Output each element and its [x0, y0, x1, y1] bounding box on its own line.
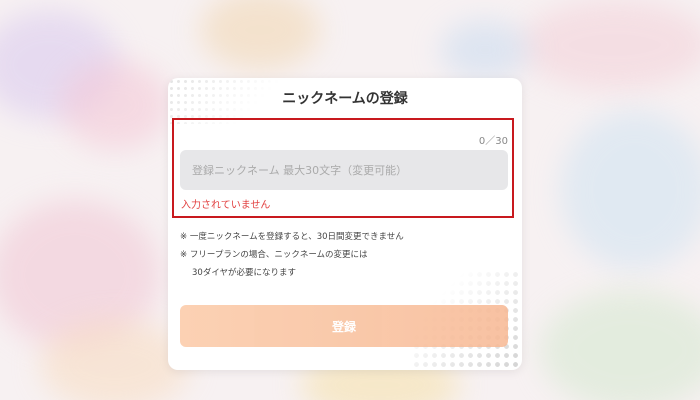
note-line: ※ 一度ニックネームを登録すると、30日間変更できません — [180, 232, 404, 242]
nickname-registration-dialog: ニックネームの登録 0／30 入力されていません ※ 一度ニックネームを登録する… — [168, 78, 522, 370]
register-button[interactable]: 登録 — [180, 305, 508, 347]
note-line: 30ダイヤが必要になります — [192, 268, 297, 278]
note-line: ※ フリープランの場合、ニックネームの変更には — [180, 250, 368, 260]
background-decoration — [60, 60, 170, 150]
background-decoration — [440, 20, 530, 80]
dialog-title: ニックネームの登録 — [282, 91, 408, 107]
background-decoration — [560, 110, 700, 270]
background-decoration — [540, 290, 700, 400]
background-decoration — [520, 0, 700, 90]
character-counter: 0／30 — [478, 136, 508, 147]
background-decoration — [200, 0, 320, 70]
error-message: 入力されていません — [181, 200, 271, 211]
nickname-input[interactable] — [180, 150, 508, 190]
